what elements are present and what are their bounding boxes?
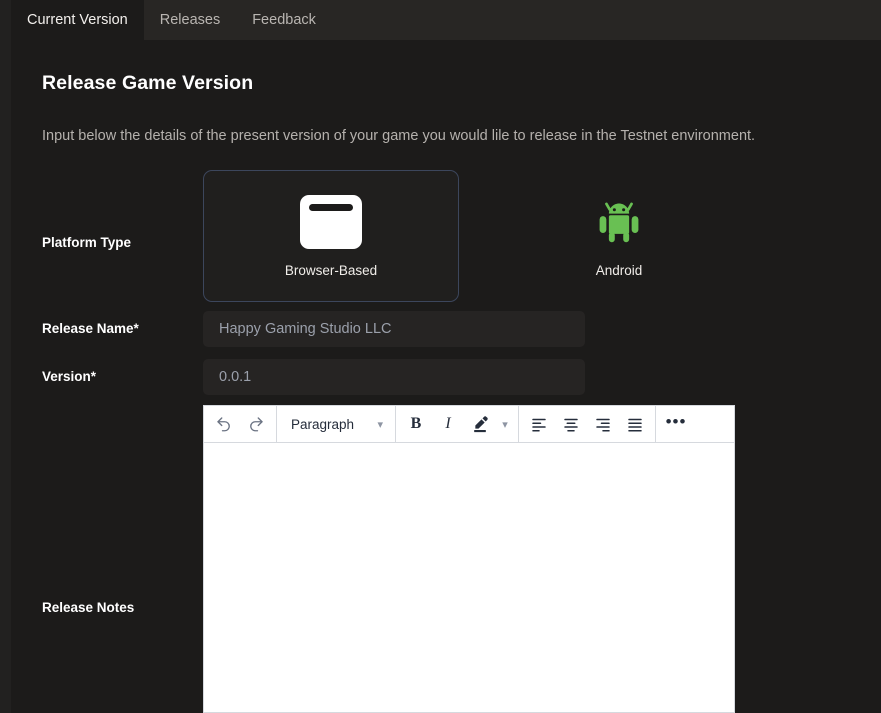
tab-feedback-label: Feedback	[252, 12, 316, 28]
toolbar-group-block-format: Paragraph ▾	[277, 406, 396, 442]
browser-window-icon	[300, 194, 362, 249]
tab-releases-label: Releases	[159, 12, 221, 28]
release-notes-editor: Paragraph ▾ B I ▾ •••	[203, 405, 735, 713]
chevron-down-icon: ▾	[377, 418, 383, 431]
toolbar-group-text-style: B I ▾	[396, 406, 519, 442]
left-gutter-strip	[0, 0, 11, 713]
tab-current-version[interactable]: Current Version	[11, 0, 144, 40]
tab-bar: Current Version Releases Feedback	[11, 0, 881, 40]
align-left-icon[interactable]	[523, 407, 555, 442]
editor-toolbar: Paragraph ▾ B I ▾ •••	[204, 406, 734, 443]
align-center-icon[interactable]	[555, 407, 587, 442]
version-label: Version*	[42, 369, 97, 384]
platform-option-android-label: Android	[595, 262, 643, 278]
release-notes-textarea[interactable]	[204, 443, 734, 712]
tab-current-version-label: Current Version	[27, 12, 128, 28]
redo-icon[interactable]	[240, 407, 272, 442]
platform-type-options: Browser-Based Android	[203, 170, 747, 302]
toolbar-group-alignment	[519, 406, 656, 442]
tab-releases[interactable]: Releases	[144, 0, 236, 40]
main-content: Release Game Version Input below the det…	[11, 40, 881, 713]
toolbar-group-history	[204, 406, 277, 442]
highlight-color-chevron-down-icon[interactable]: ▾	[496, 407, 514, 442]
release-name-input[interactable]	[203, 311, 585, 347]
align-justify-icon[interactable]	[619, 407, 651, 442]
platform-option-browser-based[interactable]: Browser-Based	[203, 170, 459, 302]
bold-button[interactable]: B	[400, 407, 432, 442]
version-input[interactable]	[203, 359, 585, 395]
highlighter-pen-icon[interactable]	[464, 407, 496, 442]
undo-icon[interactable]	[208, 407, 240, 442]
platform-option-browser-based-label: Browser-Based	[284, 262, 378, 278]
release-notes-label: Release Notes	[42, 600, 135, 615]
page-title: Release Game Version	[42, 72, 254, 94]
release-name-label: Release Name*	[42, 321, 139, 336]
tab-feedback[interactable]: Feedback	[236, 0, 332, 40]
android-robot-icon	[599, 202, 639, 242]
toolbar-group-overflow: •••	[656, 406, 696, 442]
more-options-button[interactable]: •••	[660, 407, 692, 442]
italic-button[interactable]: I	[432, 407, 464, 442]
block-format-select[interactable]: Paragraph ▾	[281, 407, 391, 442]
block-format-value: Paragraph	[291, 416, 355, 432]
platform-type-label: Platform Type	[42, 235, 132, 250]
page-description: Input below the details of the present v…	[42, 128, 756, 144]
align-right-icon[interactable]	[587, 407, 619, 442]
platform-option-android[interactable]: Android	[491, 170, 747, 302]
